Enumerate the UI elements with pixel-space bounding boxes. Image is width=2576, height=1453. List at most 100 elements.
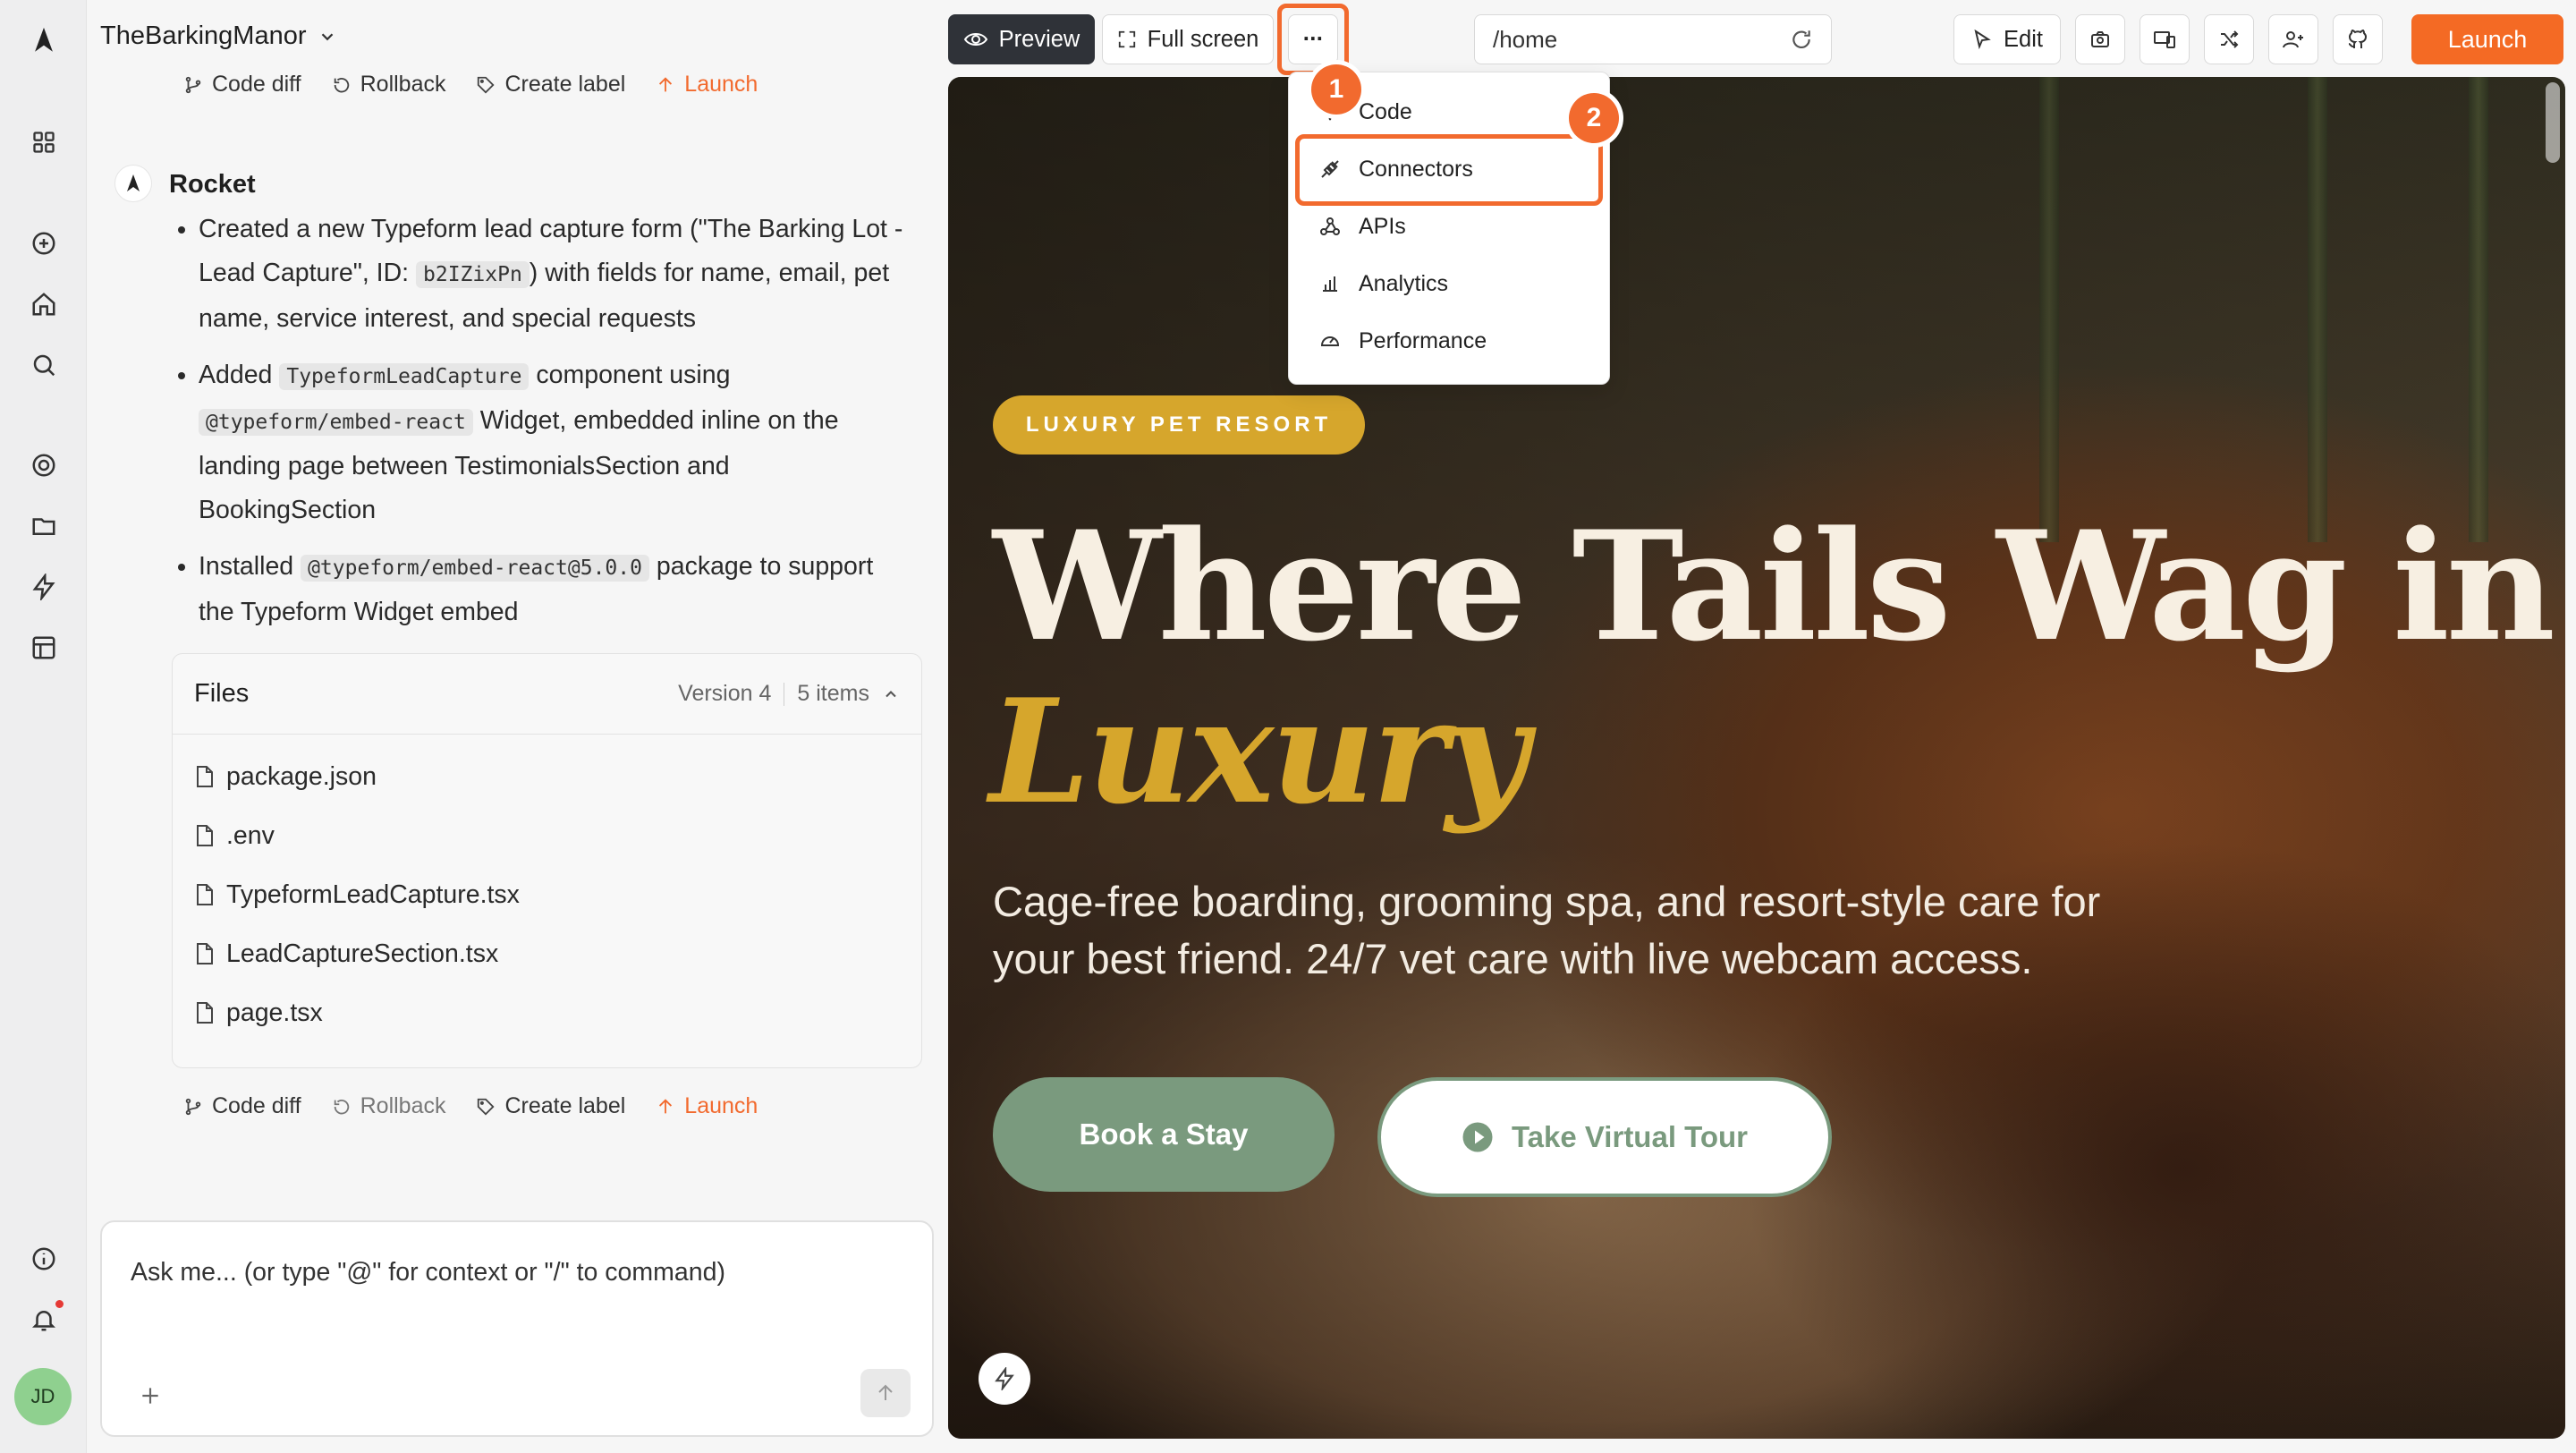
highlight-connectors [1295,134,1603,206]
message-actions-top: Code diff Rollback Create label Launch [183,72,788,98]
launch-link[interactable]: Launch [656,72,758,98]
files-count: 5 items [797,681,869,706]
book-stay-button[interactable]: Book a Stay [993,1077,1335,1192]
component-code: TypeformLeadCapture [279,363,530,390]
left-rail: JD [0,0,87,1453]
undo-icon [332,75,352,95]
add-attachment-button[interactable] [134,1380,166,1412]
files-version: Version 4 [678,681,772,706]
form-id-code: b2IZixPn [416,261,530,288]
layout-icon[interactable] [25,629,63,667]
files-title: Files [194,679,250,708]
bolt-icon[interactable] [25,568,63,606]
more-options-menu: Code Connectors APIs Analytics Performan… [1288,72,1610,385]
rollback-button[interactable]: Rollback [332,72,445,98]
package-code: @typeform/embed-react [199,409,473,436]
expand-icon [1117,30,1137,49]
preview-scrollbar[interactable] [2546,82,2560,163]
preview-button[interactable]: Preview [948,14,1095,64]
launch-link[interactable]: Launch [656,1093,758,1119]
create-label-button[interactable]: Create label [476,1093,625,1119]
undo-icon [332,1097,352,1117]
apps-grid-icon[interactable] [25,123,63,161]
play-icon [1462,1121,1494,1153]
file-icon [194,765,216,788]
gauge-icon [1319,330,1341,352]
notification-dot [55,1300,64,1308]
webhook-icon [1319,216,1341,237]
bolt-icon [993,1367,1016,1390]
file-icon [194,883,216,906]
info-icon[interactable] [25,1240,63,1278]
code-diff-button[interactable]: Code diff [183,72,301,98]
virtual-tour-button[interactable]: Take Virtual Tour [1377,1077,1832,1197]
devices-icon [2153,29,2176,50]
shuffle-button[interactable] [2204,14,2254,64]
chevron-up-icon[interactable] [882,685,900,703]
chat-input[interactable]: Ask me... (or type "@" for context or "/… [100,1220,934,1437]
code-diff-button[interactable]: Code diff [183,1093,301,1119]
screenshot-button[interactable] [2075,14,2125,64]
search-icon[interactable] [25,346,63,384]
github-icon [2347,29,2368,50]
site-preview[interactable]: LUXURY PET RESORT Where Tails Wag in Lux… [948,77,2565,1439]
cursor-icon [1971,29,1993,50]
user-plus-icon [2282,29,2305,50]
hero-subtitle: Cage-free boarding, grooming spa, and re… [993,878,2101,982]
invite-user-button[interactable] [2268,14,2318,64]
project-switcher[interactable]: TheBarkingManor [100,21,337,51]
file-item[interactable]: LeadCaptureSection.tsx [173,924,921,983]
rollback-button[interactable]: Rollback [332,1093,445,1119]
project-name: TheBarkingManor [100,21,307,50]
branch-icon [183,75,203,95]
new-project-icon[interactable] [25,225,63,262]
file-icon [194,824,216,847]
files-card: Files Version 4 5 items package.json .en… [172,653,922,1068]
reload-icon[interactable] [1790,28,1813,51]
assistant-name: Rocket [169,170,256,199]
menu-item-analytics[interactable]: Analytics [1289,255,1611,312]
tag-icon [476,1097,496,1117]
package-version-code: @typeform/embed-react@5.0.0 [301,555,649,582]
menu-item-apis[interactable]: APIs [1289,198,1611,255]
camera-icon [2089,29,2111,50]
files-header[interactable]: Files Version 4 5 items [173,654,921,735]
step-marker-2: 2 [1569,93,1619,143]
file-item[interactable]: package.json [173,747,921,806]
message-actions-bottom: Code diff Rollback Create label Launch [183,1093,788,1119]
edit-button[interactable]: Edit [1953,14,2061,64]
full-screen-button[interactable]: Full screen [1102,14,1274,64]
file-icon [194,1001,216,1024]
hero-badge: LUXURY PET RESORT [993,395,1365,455]
arrow-up-icon [656,75,675,95]
send-button[interactable] [860,1369,911,1417]
tag-icon [476,75,496,95]
file-item[interactable]: page.tsx [173,983,921,1042]
menu-item-performance[interactable]: Performance [1289,312,1611,370]
chat-input-placeholder: Ask me... (or type "@" for context or "/… [131,1258,725,1287]
list-item: Installed @typeform/embed-react@5.0.0 pa… [199,545,911,634]
user-avatar[interactable]: JD [14,1368,72,1425]
responsive-button[interactable] [2140,14,2190,64]
rocket-logo-icon[interactable] [25,21,63,59]
target-icon[interactable] [25,446,63,484]
hero-heading-accent: Luxury [989,667,1529,836]
file-item[interactable]: .env [173,806,921,865]
eye-icon [963,30,988,48]
assistant-avatar [114,165,152,202]
url-bar[interactable]: /home [1474,14,1832,64]
github-button[interactable] [2333,14,2383,64]
home-icon[interactable] [25,285,63,323]
file-icon [194,942,216,965]
branch-icon [183,1097,203,1117]
chevron-down-icon [318,27,337,47]
arrow-up-icon [656,1097,675,1117]
shuffle-icon [2218,29,2240,50]
url-text: /home [1493,25,1558,53]
create-label-button[interactable]: Create label [476,72,625,98]
launch-button[interactable]: Launch [2411,14,2563,64]
folder-icon[interactable] [25,507,63,545]
list-item: Added TypeformLeadCapture component usin… [199,353,911,532]
quick-action-button[interactable] [979,1353,1030,1405]
file-item[interactable]: TypeformLeadCapture.tsx [173,865,921,924]
